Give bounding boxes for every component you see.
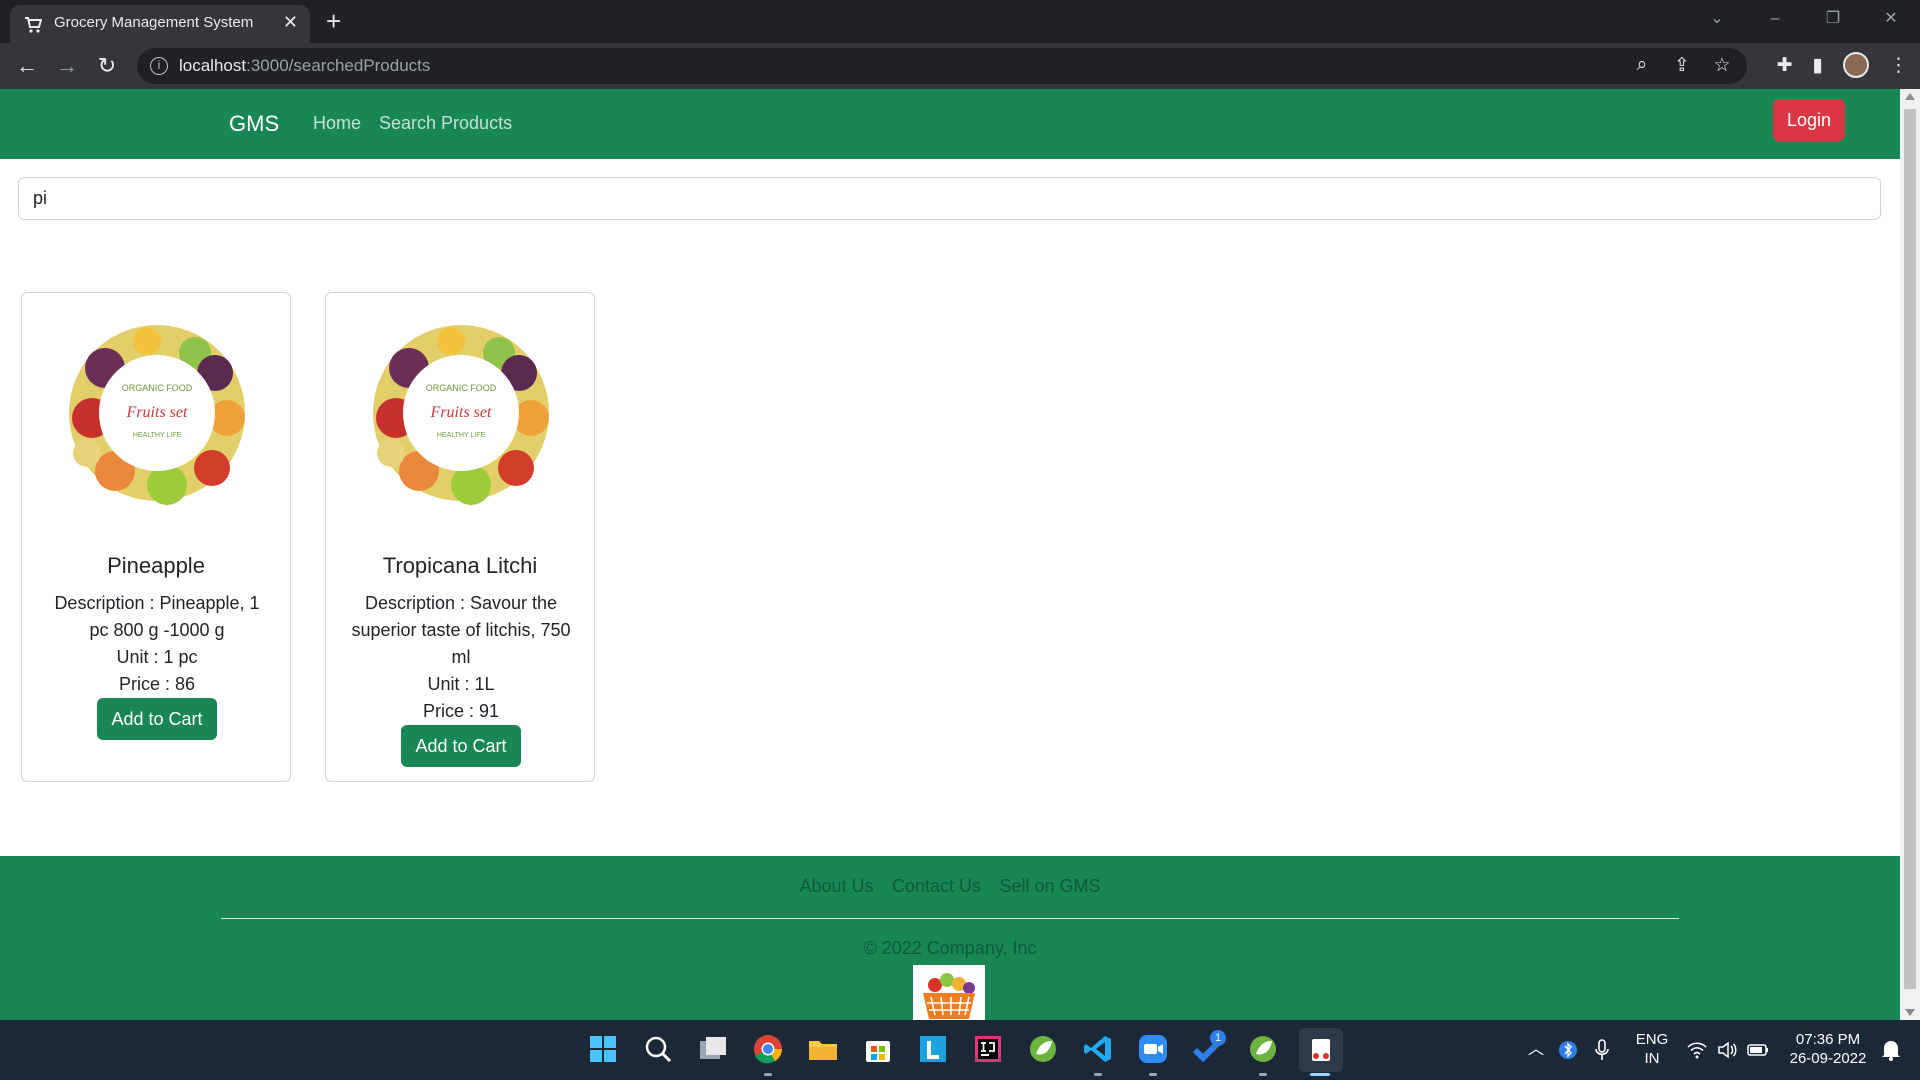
active-indicator	[1310, 1073, 1330, 1076]
windows-start-icon[interactable]	[586, 1032, 620, 1066]
product-name: Pineapple	[107, 553, 205, 578]
product-card: ORGANIC FOOD Fruits set HEALTHY LIFE Pin…	[21, 292, 291, 782]
close-tab-icon[interactable]: ✕	[283, 12, 298, 33]
footer-link-sell-on-gms[interactable]: Sell on GMS	[999, 876, 1100, 896]
profile-avatar[interactable]	[1843, 52, 1869, 78]
running-indicator	[1094, 1073, 1102, 1076]
page-scrollbar[interactable]	[1900, 89, 1920, 1020]
scroll-down-icon[interactable]	[1905, 1009, 1915, 1016]
page-viewport: GMS Home Search Products Login ORGANIC F…	[0, 89, 1900, 1020]
restore-icon[interactable]: ❐	[1804, 0, 1862, 43]
image-text-top: ORGANIC FOOD	[122, 383, 193, 393]
battery-icon[interactable]	[1746, 1040, 1770, 1060]
browser-title-bar: Grocery Management System ✕ + ⌄ – ❐ ✕	[0, 0, 1920, 43]
tab-title: Grocery Management System	[54, 14, 254, 31]
site-navbar: GMS Home Search Products Login	[0, 89, 1900, 159]
add-to-cart-button[interactable]: Add to Cart	[401, 725, 521, 767]
brand-logo[interactable]: GMS	[229, 111, 279, 137]
login-button[interactable]: Login	[1773, 99, 1845, 141]
reload-icon[interactable]: ↻	[93, 52, 121, 80]
product-unit: Unit : 1 pc	[116, 647, 198, 667]
product-info: Description : Savour the superior taste …	[351, 590, 571, 767]
nav-link-search-products[interactable]: Search Products	[379, 113, 512, 134]
image-text-middle: Fruits set	[126, 404, 188, 421]
product-card: ORGANIC FOOD Fruits set HEALTHY LIFE Tro…	[325, 292, 595, 782]
vscode-icon[interactable]	[1081, 1032, 1115, 1066]
show-hidden-icons-icon[interactable]: ︿	[1528, 1040, 1544, 1059]
bookmark-star-icon[interactable]: ☆	[1711, 54, 1733, 77]
running-indicator	[764, 1073, 772, 1076]
nav-link-home[interactable]: Home	[313, 113, 361, 134]
running-indicator	[1259, 1073, 1267, 1076]
bluetooth-icon[interactable]	[1558, 1040, 1578, 1060]
image-text-bottom: HEALTHY LIFE	[133, 432, 182, 439]
notification-badge: 1	[1210, 1030, 1226, 1046]
spring-boot-icon[interactable]	[1246, 1032, 1280, 1066]
clock-time: 07:36 PM	[1795, 1031, 1861, 1048]
site-info-icon[interactable]: i	[150, 57, 168, 75]
footer-link-about-us[interactable]: About Us	[799, 876, 873, 896]
search-input[interactable]	[18, 177, 1881, 220]
clock-date: 26-09-2022	[1789, 1050, 1867, 1067]
site-footer: About Us Contact Us Sell on GMS © 2022 C…	[0, 856, 1900, 1020]
product-description: Description : Pineapple, 1 pc 800 g -100…	[54, 593, 260, 640]
zoom-icon[interactable]: ⌕	[1631, 54, 1653, 77]
basket-logo-icon	[913, 965, 985, 1020]
footer-link-contact-us[interactable]: Contact Us	[892, 876, 981, 896]
extensions-icon[interactable]: ✚	[1777, 54, 1793, 77]
product-price: Price : 86	[118, 674, 196, 694]
microphone-icon[interactable]	[1592, 1038, 1612, 1062]
input-language[interactable]: ENG IN	[1632, 1030, 1672, 1068]
url-text[interactable]: localhost:3000/searchedProducts	[179, 56, 430, 76]
share-icon[interactable]: ⇪	[1671, 54, 1693, 77]
product-name: Tropicana Litchi	[382, 553, 538, 578]
spring-tool-icon[interactable]	[1026, 1032, 1060, 1066]
minimize-icon[interactable]: –	[1746, 0, 1804, 43]
footer-divider	[221, 918, 1679, 919]
copyright-text: © 2022 Company, Inc	[863, 938, 1037, 958]
intellij-icon[interactable]	[971, 1032, 1005, 1066]
volume-icon[interactable]	[1716, 1040, 1738, 1060]
tab-search-icon[interactable]: ⌄	[1688, 0, 1746, 43]
cart-icon	[25, 17, 42, 33]
product-image: ORGANIC FOOD Fruits set HEALTHY LIFE	[69, 325, 245, 505]
side-panel-icon[interactable]: ▮	[1813, 54, 1823, 77]
menu-icon[interactable]: ⋮	[1889, 54, 1908, 77]
back-icon[interactable]: ←	[13, 52, 41, 80]
window-controls: ⌄ – ❐ ✕	[1688, 0, 1920, 43]
file-explorer-icon[interactable]	[806, 1032, 840, 1066]
zoom-icon[interactable]	[1136, 1032, 1170, 1066]
browser-toolbar: ← → ↻ i localhost:3000/searchedProducts …	[0, 43, 1920, 89]
image-text-top: ORGANIC FOOD	[426, 383, 497, 393]
wifi-icon[interactable]	[1686, 1040, 1708, 1060]
product-description: Description : Savour the superior taste …	[351, 593, 571, 667]
browser-tab[interactable]: Grocery Management System ✕	[10, 5, 310, 43]
search-icon[interactable]	[641, 1032, 675, 1066]
windows-taskbar: 1 ︿ ENG IN 07:36 PM 26-09-2022	[0, 1020, 1920, 1080]
scroll-thumb[interactable]	[1904, 109, 1916, 989]
task-view-icon[interactable]	[696, 1032, 730, 1066]
forward-icon[interactable]: →	[53, 52, 81, 80]
image-text-middle: Fruits set	[430, 404, 492, 421]
add-to-cart-button[interactable]: Add to Cart	[97, 698, 217, 740]
product-image: ORGANIC FOOD Fruits set HEALTHY LIFE	[373, 325, 549, 505]
product-unit: Unit : 1L	[427, 674, 495, 694]
product-price: Price : 91	[422, 701, 500, 721]
product-info: Description : Pineapple, 1 pc 800 g -100…	[47, 590, 267, 740]
notification-center-icon[interactable]	[1880, 1038, 1902, 1062]
microsoft-store-icon[interactable]	[861, 1032, 895, 1066]
image-text-bottom: HEALTHY LIFE	[437, 432, 486, 439]
snipping-tool-icon[interactable]	[1299, 1028, 1343, 1072]
scroll-up-icon[interactable]	[1905, 93, 1915, 100]
running-indicator	[1149, 1073, 1157, 1076]
close-window-icon[interactable]: ✕	[1862, 0, 1920, 43]
l-app-icon[interactable]	[916, 1032, 950, 1066]
clock[interactable]: 07:36 PM 26-09-2022	[1780, 1030, 1876, 1068]
new-tab-icon[interactable]: +	[326, 6, 341, 36]
chrome-icon[interactable]	[751, 1032, 785, 1066]
address-bar[interactable]: i localhost:3000/searchedProducts ⌕ ⇪ ☆	[137, 48, 1747, 84]
